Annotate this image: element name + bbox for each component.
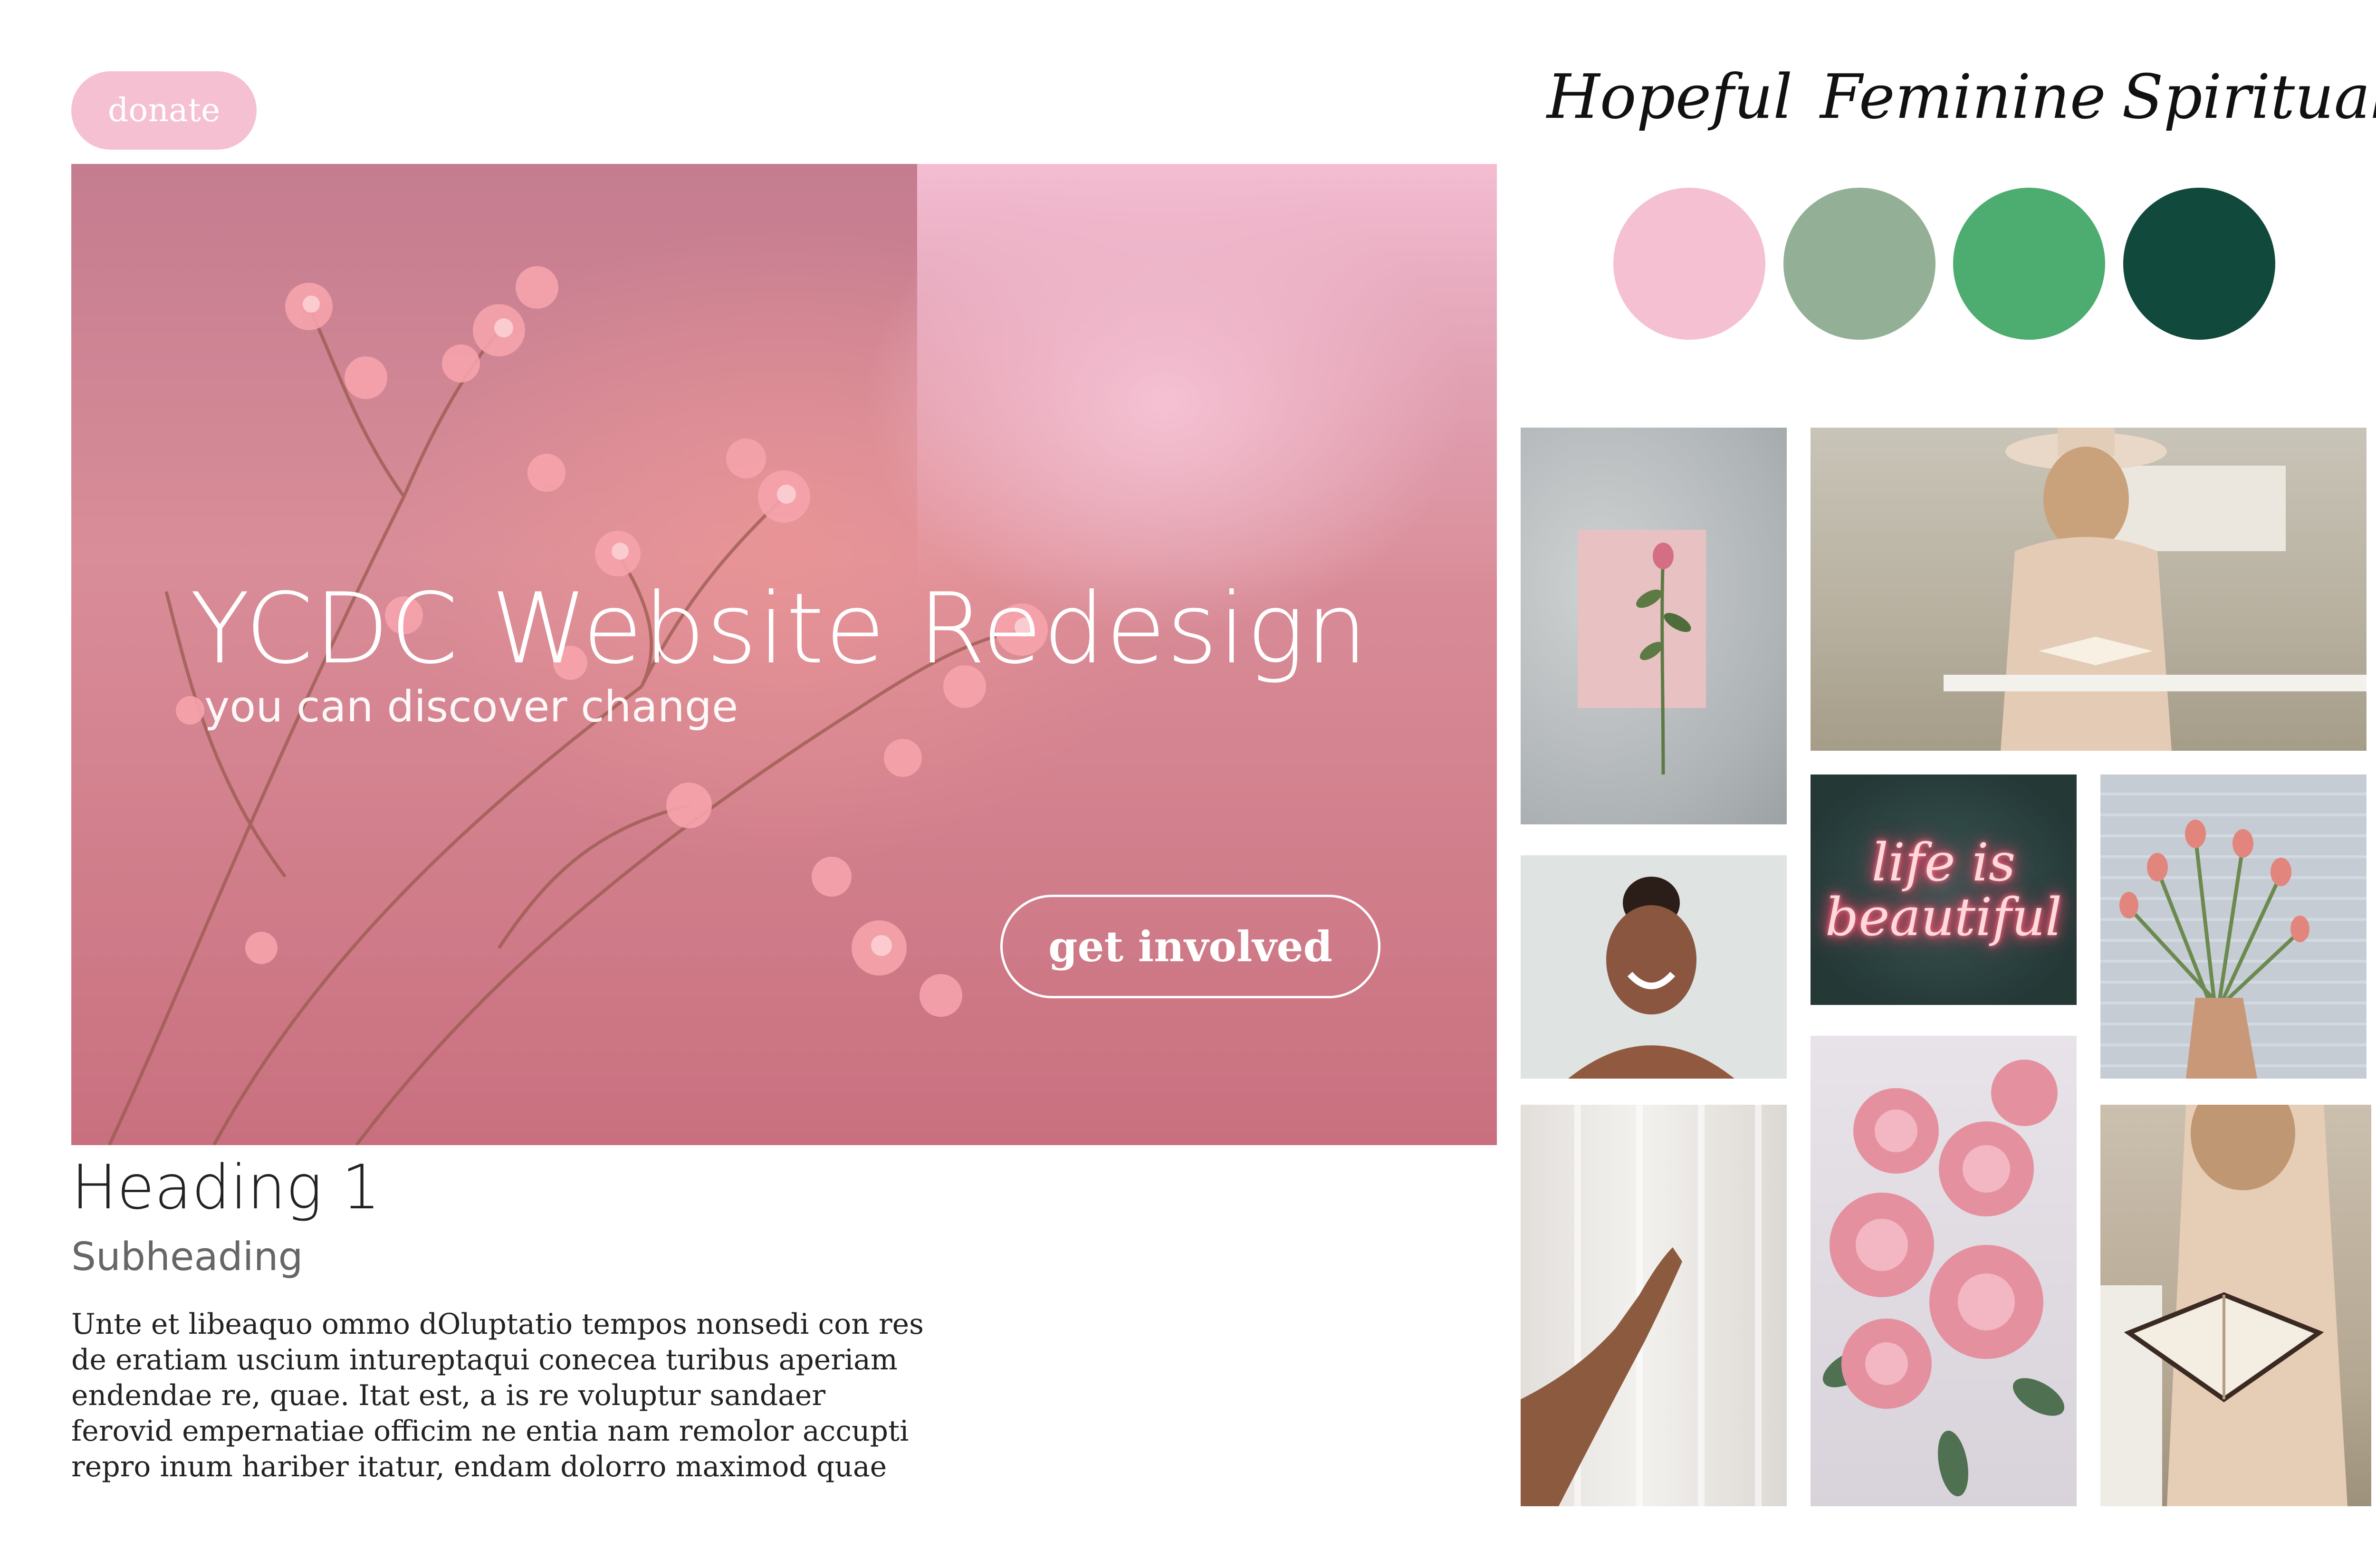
hero-banner: YCDC Website Redesign you can discover c… (71, 164, 1497, 1145)
photo-tulip-bouquet (2100, 774, 2366, 1079)
color-swatch-green (1953, 188, 2105, 340)
photo-woman-in-hat (1811, 428, 2366, 751)
woman-book-image (2100, 1105, 2347, 1506)
page-subheading: Subheading (71, 1234, 303, 1280)
peonies-image (1822, 1060, 2065, 1497)
keyword-spiritual: Spiritual (2122, 62, 2376, 133)
tulips-image (2119, 820, 2309, 1079)
woman-reading-image (1944, 428, 2366, 751)
page-heading: Heading 1 (71, 1152, 381, 1223)
keyword-hopeful: Hopeful (1547, 62, 1793, 133)
hand-image (1521, 1105, 1762, 1506)
photo-smiling-woman (1521, 855, 1787, 1079)
hero-subtitle: you can discover change (204, 682, 738, 732)
hero-title: YCDC Website Redesign (190, 573, 1369, 686)
color-swatch-sage (1783, 188, 1935, 340)
body-line: Unte et libeaquo ommo dOluptatio tempos … (71, 1308, 924, 1341)
body-line: repro inum hariber itatur, endam dolorro… (71, 1450, 887, 1483)
photo-rose-on-card (1521, 428, 1787, 824)
photo-peonies (1811, 1036, 2077, 1506)
photo-woman-with-book (2100, 1105, 2371, 1506)
neon-line: beautiful (1825, 886, 2062, 947)
keyword-feminine: Feminine (1820, 62, 2106, 133)
photo-hand-by-curtain (1521, 1105, 1787, 1506)
photo-neon-sign: life is beautiful (1811, 774, 2077, 1005)
smiling-woman-image (1521, 855, 1787, 1079)
donate-button[interactable]: donate (71, 71, 257, 150)
rose-card-image (1578, 530, 1706, 775)
color-swatch-dark-green (2123, 188, 2275, 340)
body-paragraph: Unte et libeaquo ommo dOluptatio tempos … (71, 1307, 924, 1485)
get-involved-button[interactable]: get involved (1000, 895, 1380, 998)
color-swatch-pink (1613, 188, 1765, 340)
neon-sign-text: life is beautiful (1811, 774, 2077, 1005)
neon-line: life is (1871, 832, 2016, 893)
body-line: endendae re, quae. Itat est, a is re vol… (71, 1379, 826, 1412)
body-line: ferovid empernatiae officim ne entia nam… (71, 1415, 909, 1448)
body-line: de eratiam uscium intureptaqui conecea t… (71, 1343, 898, 1377)
